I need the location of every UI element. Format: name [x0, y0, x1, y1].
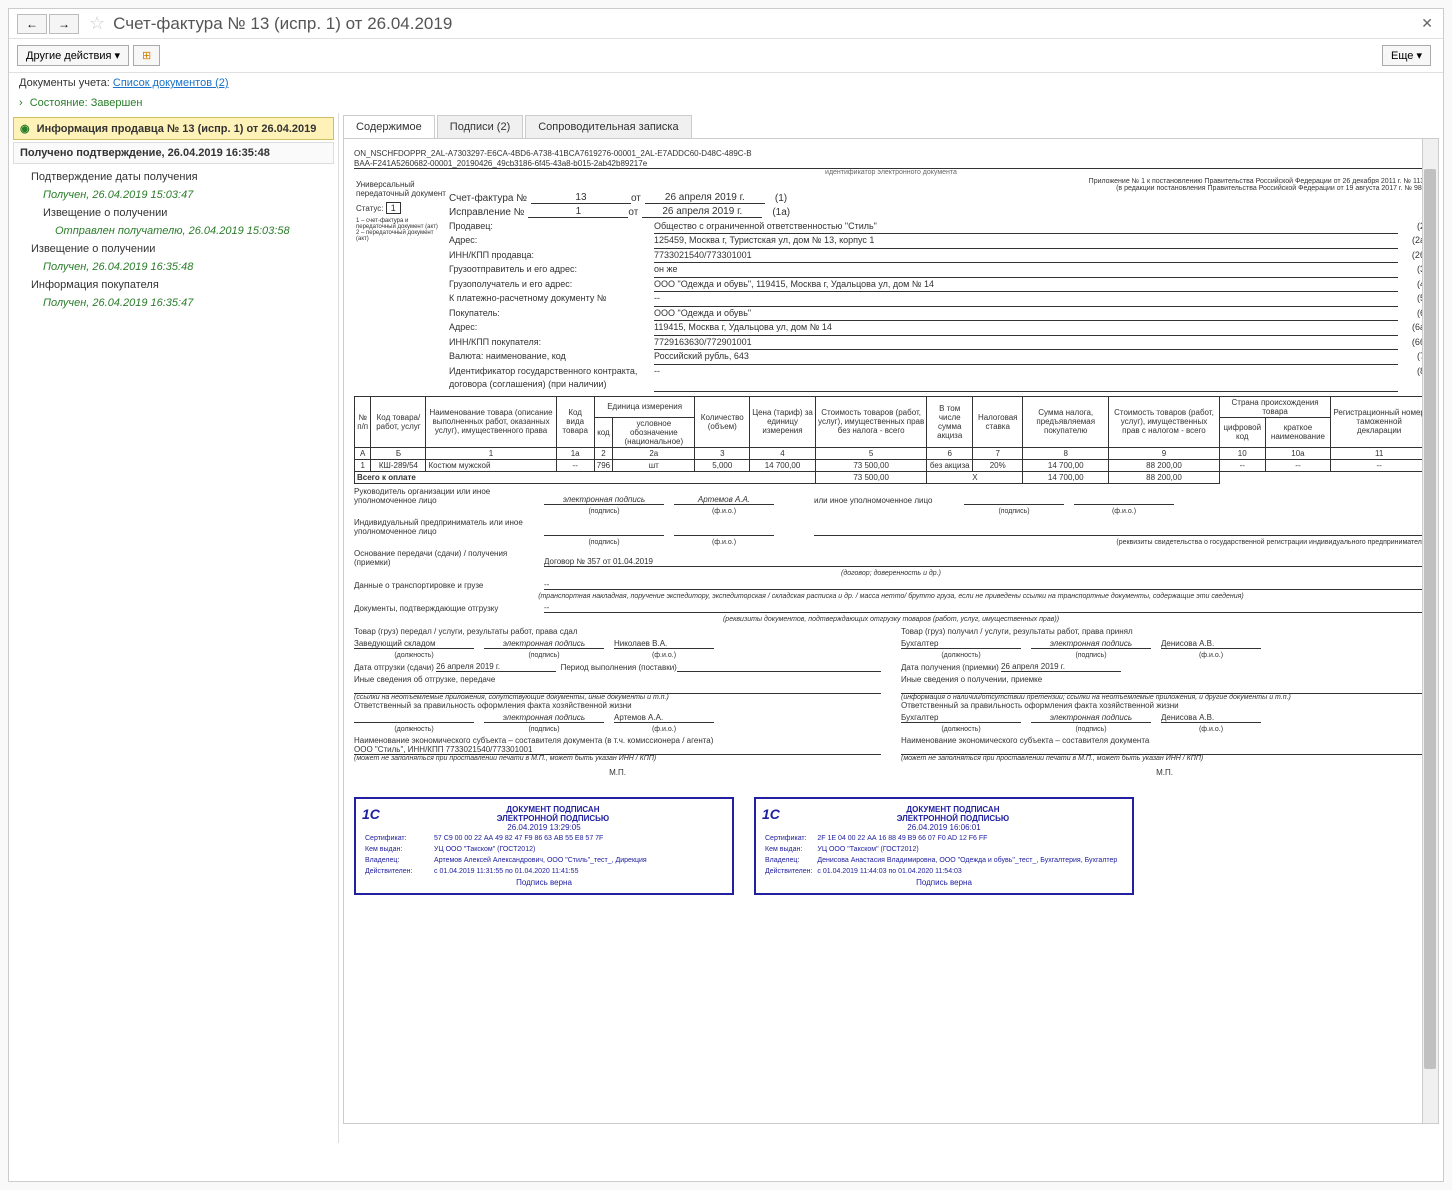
signature-stamp: 1СДОКУМЕНТ ПОДПИСАНЭЛЕКТРОННОЙ ПОДПИСЬЮ2… [354, 797, 734, 895]
tree: Подтверждение даты полученияПолучен, 26.… [13, 164, 334, 316]
tree-item[interactable]: Получен, 26.04.2019 15:03:47 [15, 186, 332, 204]
more-button[interactable]: Еще ▾ [1382, 45, 1431, 66]
invoice-table: № п/п Код товара/ работ, услуг Наименова… [354, 396, 1428, 484]
edoc-id: ON_NSCHFDOPPR_2AL-A7303297-E6CA-4BD6-A73… [354, 149, 1428, 178]
tree-item[interactable]: Извещение о получении [15, 240, 332, 258]
window-title: Счет-фактура № 13 (испр. 1) от 26.04.201… [113, 14, 452, 34]
tree-item[interactable]: Информация покупателя [15, 276, 332, 294]
tree-item[interactable]: Получен, 26.04.2019 16:35:48 [15, 258, 332, 276]
tree-icon-button[interactable]: ⊞ [133, 45, 160, 66]
scrollbar-thumb[interactable] [1424, 169, 1436, 1069]
tree-subhead[interactable]: Получено подтверждение, 26.04.2019 16:35… [13, 142, 334, 164]
tab-cover-note[interactable]: Сопроводительная записка [525, 115, 691, 138]
main-window: ← → ☆ Счет-фактура № 13 (испр. 1) от 26.… [8, 8, 1444, 1182]
tab-signatures[interactable]: Подписи (2) [437, 115, 523, 138]
signature-stamps: 1СДОКУМЕНТ ПОДПИСАНЭЛЕКТРОННОЙ ПОДПИСЬЮ2… [354, 797, 1428, 895]
chevron-right-icon: › [19, 97, 23, 109]
other-actions-button[interactable]: Другие действия ▾ [17, 45, 129, 66]
tree-item[interactable]: Подтверждение даты получения [15, 168, 332, 186]
forward-button[interactable]: → [49, 14, 79, 34]
tabs: Содержимое Подписи (2) Сопроводительная … [343, 115, 1439, 139]
tree-head-selected[interactable]: ◉ Информация продавца № 13 (испр. 1) от … [13, 117, 334, 140]
docs-list-link[interactable]: Список документов (2) [113, 77, 229, 89]
titlebar: ← → ☆ Счет-фактура № 13 (испр. 1) от 26.… [9, 9, 1443, 39]
dot-icon: ◉ [20, 123, 30, 135]
appendix-note: Приложение № 1 к постановлению Правитель… [449, 178, 1428, 192]
state-line[interactable]: › Состояние: Завершен [9, 93, 1443, 113]
toolbar: Другие действия ▾ ⊞ Еще ▾ [9, 39, 1443, 73]
signature-stamp: 1СДОКУМЕНТ ПОДПИСАНЭЛЕКТРОННОЙ ПОДПИСЬЮ2… [754, 797, 1134, 895]
tree-item[interactable]: Извещение о получении [15, 204, 332, 222]
upd-status-box: Универсальный передаточный документ Стат… [354, 178, 449, 392]
back-button[interactable]: ← [17, 14, 47, 34]
tree-item[interactable]: Отправлен получателю, 26.04.2019 15:03:5… [15, 222, 332, 240]
docs-line: Документы учета: Список документов (2) [9, 73, 1443, 93]
scrollbar[interactable] [1422, 139, 1438, 1123]
star-icon[interactable]: ☆ [89, 13, 105, 34]
left-tree-panel: ◉ Информация продавца № 13 (испр. 1) от … [9, 113, 339, 1143]
document-area: ON_NSCHFDOPPR_2AL-A7303297-E6CA-4BD6-A73… [343, 139, 1439, 1124]
right-panel: Содержимое Подписи (2) Сопроводительная … [339, 113, 1443, 1143]
tree-item[interactable]: Получен, 26.04.2019 16:35:47 [15, 294, 332, 312]
close-icon[interactable]: ✕ [1421, 15, 1433, 32]
tab-content[interactable]: Содержимое [343, 115, 435, 138]
